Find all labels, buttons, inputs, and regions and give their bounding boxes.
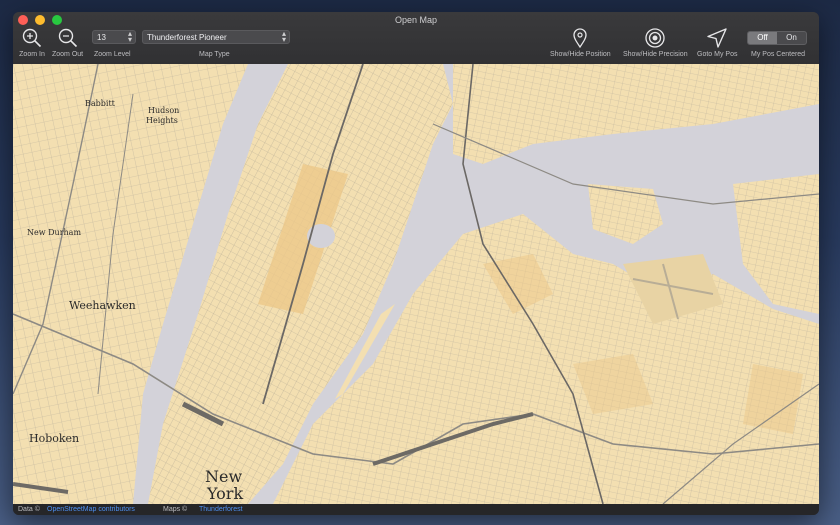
place-label-new-durham: New Durham [27, 228, 82, 237]
zoom-level-value: 13 [97, 33, 106, 42]
show-hide-precision-label: Show/Hide Precision [623, 51, 688, 58]
show-hide-position-button[interactable]: Show/Hide Position [550, 26, 611, 58]
zoom-level-stepper[interactable]: 13 ▴ ▾ [92, 30, 136, 44]
my-pos-centered-toggle[interactable]: Off On [747, 31, 807, 45]
zoom-level-label: Zoom Level [94, 51, 131, 58]
thunderforest-link[interactable]: Thunderforest [199, 504, 243, 515]
zoom-out-button[interactable]: Zoom Out [52, 26, 83, 58]
chevron-updown-icon: ▴ ▾ [281, 29, 286, 44]
map-type-select[interactable]: Thunderforest Pioneer ▴ ▾ [142, 30, 290, 44]
place-label-york: York [207, 484, 244, 503]
place-label-weehawken: Weehawken [69, 299, 136, 312]
toggle-off-segment[interactable]: Off [748, 32, 777, 44]
precision-target-icon [642, 26, 668, 50]
map-view[interactable]: Babbitt Hudson Heights New Durham Weehaw… [13, 64, 819, 504]
zoom-out-label: Zoom Out [52, 51, 84, 58]
zoom-out-icon [55, 26, 81, 50]
map-pin-icon [567, 26, 593, 50]
goto-my-pos-button[interactable]: Goto My Pos [697, 26, 737, 58]
zoom-in-label: Zoom In [19, 51, 45, 58]
map-type-label: Map Type [199, 51, 230, 58]
window-title: Open Map [394, 15, 438, 25]
place-label-babbitt: Babbitt [85, 99, 115, 108]
show-hide-precision-button[interactable]: Show/Hide Precision [623, 26, 688, 58]
map-canvas[interactable] [13, 64, 819, 504]
attribution-bar: Data © OpenStreetMap contributors Maps ©… [13, 504, 819, 515]
streets-rikers-island [588, 184, 663, 244]
data-attribution-prefix: Data © [18, 506, 40, 513]
zoom-in-icon [19, 26, 45, 50]
toggle-on-segment[interactable]: On [777, 32, 806, 44]
zoom-in-button[interactable]: Zoom In [19, 26, 45, 58]
map-type-value: Thunderforest Pioneer [147, 33, 227, 42]
streets-bronx [453, 64, 819, 164]
app-window: Open Map Zoom In Zoom Out 13 ▴ ▾ Zoom Le… [13, 12, 819, 515]
location-arrow-icon [704, 26, 730, 50]
maps-attribution-prefix: Maps © [163, 506, 188, 513]
place-label-hudson: Hudson [148, 106, 180, 115]
my-pos-centered-label: My Pos Centered [751, 51, 806, 58]
place-label-hoboken: Hoboken [29, 432, 80, 445]
stepper-arrows-icon[interactable]: ▴ ▾ [128, 30, 132, 44]
openstreetmap-link[interactable]: OpenStreetMap contributors [47, 504, 135, 515]
park-queens-3 [743, 364, 803, 434]
toolbar: Open Map Zoom In Zoom Out 13 ▴ ▾ Zoom Le… [13, 12, 819, 65]
goto-my-pos-label: Goto My Pos [697, 51, 738, 58]
place-label-heights: Heights [146, 116, 178, 125]
show-hide-position-label: Show/Hide Position [550, 51, 611, 58]
